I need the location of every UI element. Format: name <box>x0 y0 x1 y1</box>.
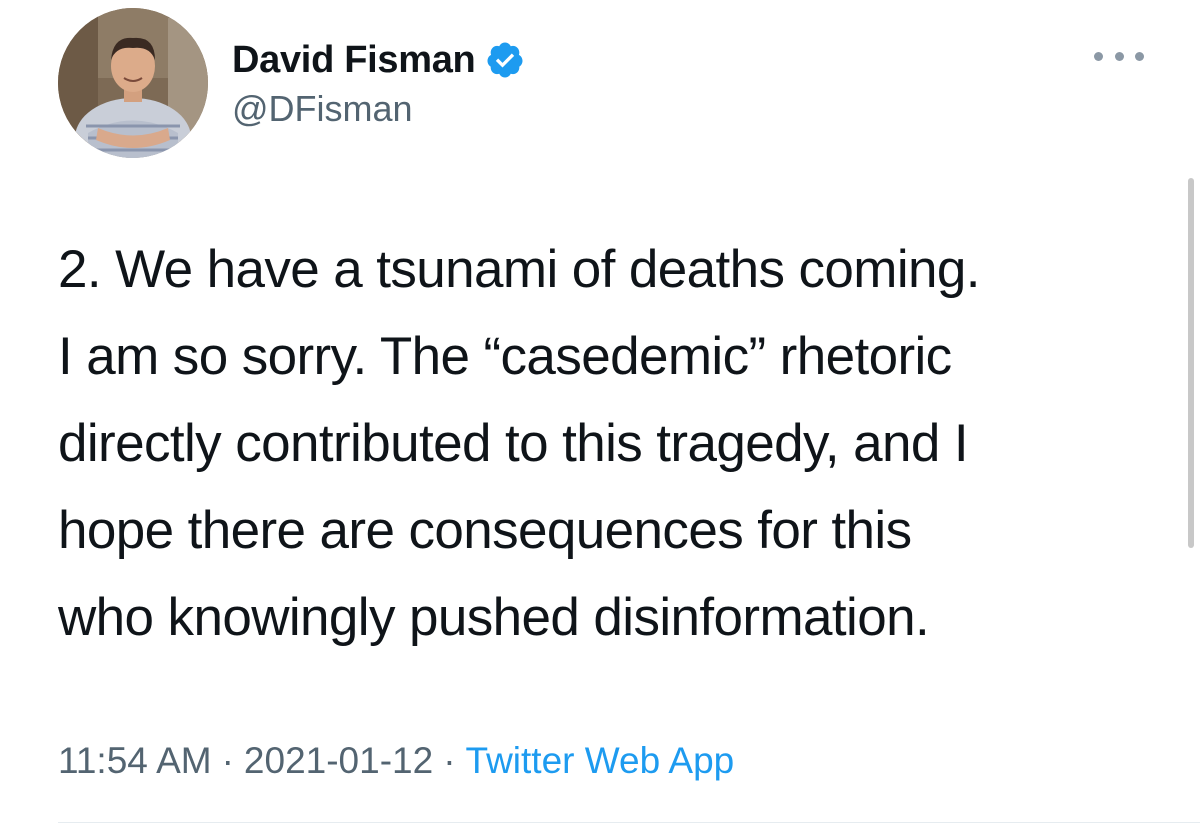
author-handle[interactable]: @DFisman <box>232 88 413 130</box>
verified-badge-icon <box>485 40 525 80</box>
tweet-source-link[interactable]: Twitter Web App <box>466 740 735 782</box>
tweet-card: David Fisman @DFisman 2. We have a tsuna… <box>0 0 1200 830</box>
author-row: David Fisman <box>232 36 525 84</box>
divider <box>58 822 1200 823</box>
meta-separator: · <box>443 740 456 781</box>
avatar[interactable] <box>58 8 208 158</box>
tweet-time[interactable]: 11:54 AM <box>58 740 212 782</box>
scrollbar[interactable] <box>1188 178 1194 548</box>
ellipsis-dot <box>1135 51 1144 61</box>
avatar-photo <box>58 8 208 158</box>
display-name[interactable]: David Fisman <box>232 39 476 82</box>
tweet-date[interactable]: 2021-01-12 <box>244 740 433 782</box>
meta-separator: · <box>221 740 234 781</box>
ellipsis-icon[interactable] <box>1094 44 1144 68</box>
ellipsis-dot <box>1114 51 1124 61</box>
tweet-text: 2. We have a tsunami of deaths coming. I… <box>58 240 981 647</box>
ellipsis-dot <box>1094 51 1103 61</box>
tweet-meta: 11:54 AM · 2021-01-12 · Twitter Web App <box>58 740 734 782</box>
